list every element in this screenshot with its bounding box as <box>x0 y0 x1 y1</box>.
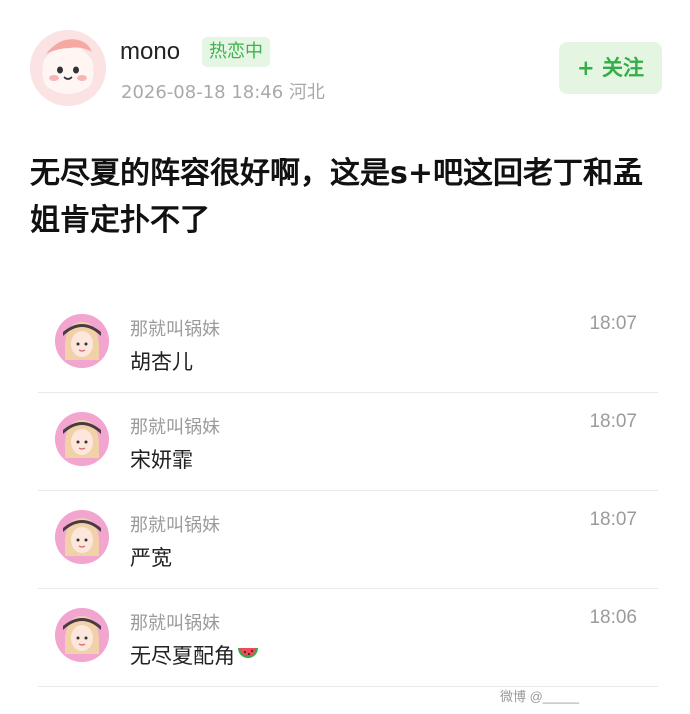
comment-time: 18:07 <box>589 509 637 530</box>
girl-avatar-icon[interactable] <box>55 510 109 564</box>
watermark: 微博 @_____ <box>500 689 579 704</box>
comment-item[interactable]: 那就叫锅妹 胡杏儿 18:07 <box>38 295 658 393</box>
comment-time: 18:07 <box>589 313 637 334</box>
comment-text: 无尽夏配角 <box>130 644 235 668</box>
comment-item[interactable]: 那就叫锅妹 严宽 18:07 <box>38 491 658 589</box>
username[interactable]: mono <box>120 38 180 66</box>
comment-text: 严宽 <box>130 546 172 570</box>
comment-text: 胡杏儿 <box>130 350 193 374</box>
comment-item[interactable]: 那就叫锅妹 宋妍霏 18:07 <box>38 393 658 491</box>
girl-avatar-icon[interactable] <box>55 314 109 368</box>
comment-username[interactable]: 那就叫锅妹 <box>130 609 220 635</box>
watermelon-icon <box>237 645 259 670</box>
comment-text-wrap: 无尽夏配角 <box>130 640 259 670</box>
comment-username[interactable]: 那就叫锅妹 <box>130 413 220 439</box>
status-badge: 热恋中 <box>202 37 270 67</box>
cartoon-avatar-icon <box>30 30 106 106</box>
girl-avatar-icon[interactable] <box>55 412 109 466</box>
follow-button[interactable]: + 关注 <box>559 42 662 94</box>
comment-item[interactable]: 那就叫锅妹 无尽夏配角 18:06 <box>38 589 658 687</box>
comment-text: 宋妍霏 <box>130 448 193 472</box>
comment-time: 18:06 <box>589 607 637 628</box>
girl-avatar-icon[interactable] <box>55 608 109 662</box>
post-meta: 2026-08-18 18:46 河北 <box>121 82 325 103</box>
comment-username[interactable]: 那就叫锅妹 <box>130 511 220 537</box>
comment-time: 18:07 <box>589 411 637 432</box>
comment-list: 那就叫锅妹 胡杏儿 18:07 那就叫锅妹 宋妍霏 18:07 那就叫锅妹 严宽… <box>38 295 658 687</box>
comment-username[interactable]: 那就叫锅妹 <box>130 315 220 341</box>
user-avatar[interactable] <box>30 30 106 106</box>
post-text: 无尽夏的阵容很好啊，这是s+吧这回老丁和孟姐肯定扑不了 <box>30 156 643 238</box>
